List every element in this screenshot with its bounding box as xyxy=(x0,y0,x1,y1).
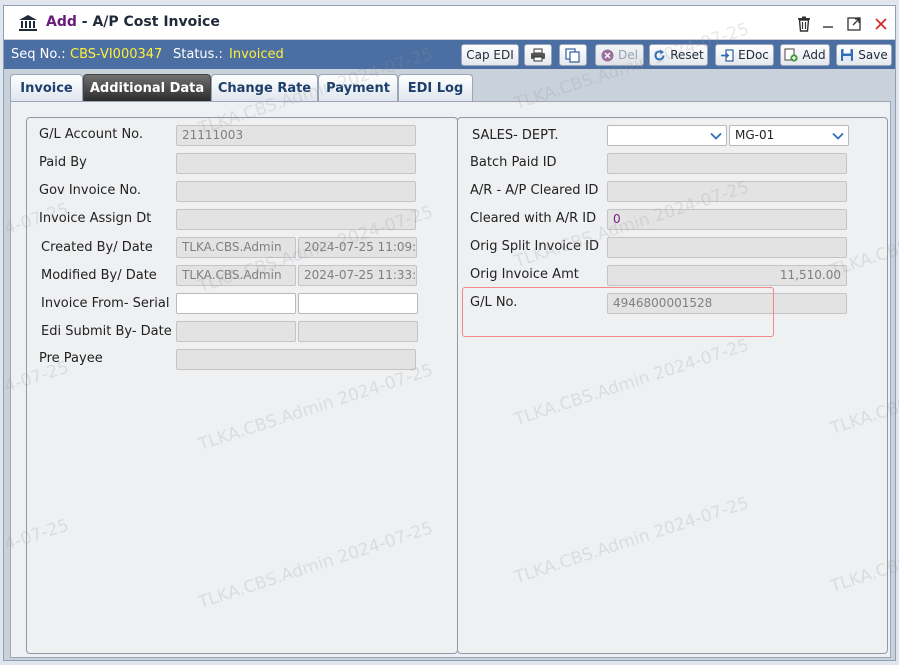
reset-button[interactable]: Reset xyxy=(649,44,708,66)
seq-no-label: Seq No.: xyxy=(11,47,66,62)
invoice-from-input[interactable] xyxy=(176,293,296,314)
pre-payee-field[interactable] xyxy=(176,349,416,370)
delete-circle-icon xyxy=(601,49,614,62)
copy-button[interactable] xyxy=(559,44,587,66)
created-date-field[interactable]: 2024-07-25 11:09:06 xyxy=(298,237,417,258)
bank-icon xyxy=(18,14,38,32)
modified-date-field[interactable]: 2024-07-25 11:33:41 xyxy=(298,265,417,286)
gov-invoice-field[interactable] xyxy=(176,181,416,202)
ar-ap-cleared-id-label: A/R - A/P Cleared ID xyxy=(470,183,599,198)
edi-submit-by-date-label: Edi Submit By- Date xyxy=(41,324,172,339)
orig-invoice-amt-label: Orig Invoice Amt xyxy=(470,267,579,282)
import-icon xyxy=(720,48,734,62)
edi-submit-date-field[interactable] xyxy=(298,321,418,342)
cap-edi-label: Cap EDI xyxy=(466,48,514,62)
add-label: Add xyxy=(802,48,826,62)
reset-label: Reset xyxy=(670,48,704,62)
copy-icon xyxy=(565,47,581,63)
status-toolbar: Seq No.: CBS-VI000347 Status.: Invoiced … xyxy=(4,40,895,69)
tab-additional-data[interactable]: Additional Data xyxy=(83,74,211,101)
del-label: Del xyxy=(618,48,638,62)
paid-by-label: Paid By xyxy=(39,155,87,170)
window-title: Add - A/P Cost Invoice xyxy=(46,14,220,30)
del-button[interactable]: Del xyxy=(595,44,644,66)
status-label: Status.: xyxy=(173,47,223,62)
sales-select[interactable] xyxy=(607,125,727,146)
title-separator: - xyxy=(76,14,93,30)
cleared-with-ar-id-field[interactable]: 0 xyxy=(607,209,847,230)
batch-paid-id-field[interactable] xyxy=(607,153,847,174)
seq-no-value: CBS-VI000347 xyxy=(70,47,163,62)
invoice-serial-input[interactable] xyxy=(298,293,418,314)
orig-split-invoice-id-label: Orig Split Invoice ID xyxy=(470,239,599,254)
title-mode: Add xyxy=(46,14,77,30)
tab-payment[interactable]: Payment xyxy=(318,74,398,101)
cleared-with-ar-id-label: Cleared with A/R ID xyxy=(470,211,597,226)
save-button[interactable]: Save xyxy=(836,44,892,66)
gl-account-field[interactable]: 21111003 xyxy=(176,125,416,146)
orig-split-invoice-id-field[interactable] xyxy=(607,237,847,258)
add-document-icon xyxy=(784,48,798,62)
close-icon[interactable] xyxy=(870,13,892,35)
save-label: Save xyxy=(858,48,888,62)
invoice-assign-dt-field[interactable] xyxy=(176,209,416,230)
cap-edi-button[interactable]: Cap EDI xyxy=(461,44,519,66)
trash-icon[interactable] xyxy=(793,13,815,35)
sales-dept-label: SALES- DEPT. xyxy=(472,128,559,143)
title-text: A/P Cost Invoice xyxy=(92,14,220,30)
paid-by-field[interactable] xyxy=(176,153,416,174)
edoc-label: EDoc xyxy=(738,48,769,62)
ar-ap-cleared-id-field[interactable] xyxy=(607,181,847,202)
batch-paid-id-label: Batch Paid ID xyxy=(470,155,557,170)
chevron-down-icon xyxy=(706,126,726,145)
tab-edi-log[interactable]: EDI Log xyxy=(398,74,473,101)
print-button[interactable] xyxy=(524,44,552,66)
edi-submit-by-field[interactable] xyxy=(176,321,296,342)
modified-by-field[interactable]: TLKA.CBS.Admin xyxy=(176,265,296,286)
gov-invoice-label: Gov Invoice No. xyxy=(39,183,142,198)
add-button[interactable]: Add xyxy=(780,44,830,66)
floppy-disk-icon xyxy=(840,48,854,62)
orig-invoice-amt-field[interactable]: 11,510.00 xyxy=(607,265,847,286)
created-by-date-label: Created By/ Date xyxy=(41,240,153,255)
highlight-box xyxy=(462,287,774,337)
dept-select-value: MG-01 xyxy=(735,128,775,142)
status-value: Invoiced xyxy=(229,47,284,62)
minimize-icon[interactable] xyxy=(817,13,839,35)
gl-account-label: G/L Account No. xyxy=(39,127,144,142)
title-bar: Add - A/P Cost Invoice xyxy=(4,6,895,40)
invoice-assign-dt-label: Invoice Assign Dt xyxy=(39,211,152,226)
pre-payee-label: Pre Payee xyxy=(39,351,103,366)
maximize-icon[interactable] xyxy=(843,13,865,35)
created-by-field[interactable]: TLKA.CBS.Admin xyxy=(176,237,296,258)
printer-icon xyxy=(530,48,546,62)
chevron-down-icon xyxy=(828,126,848,145)
dept-select[interactable]: MG-01 xyxy=(729,125,849,146)
modified-by-date-label: Modified By/ Date xyxy=(41,268,157,283)
invoice-from-serial-label: Invoice From- Serial xyxy=(41,296,170,311)
edoc-button[interactable]: EDoc xyxy=(715,44,774,66)
tab-change-rate[interactable]: Change Rate xyxy=(211,74,318,101)
refresh-icon xyxy=(653,49,666,62)
tab-invoice[interactable]: Invoice xyxy=(10,74,83,101)
